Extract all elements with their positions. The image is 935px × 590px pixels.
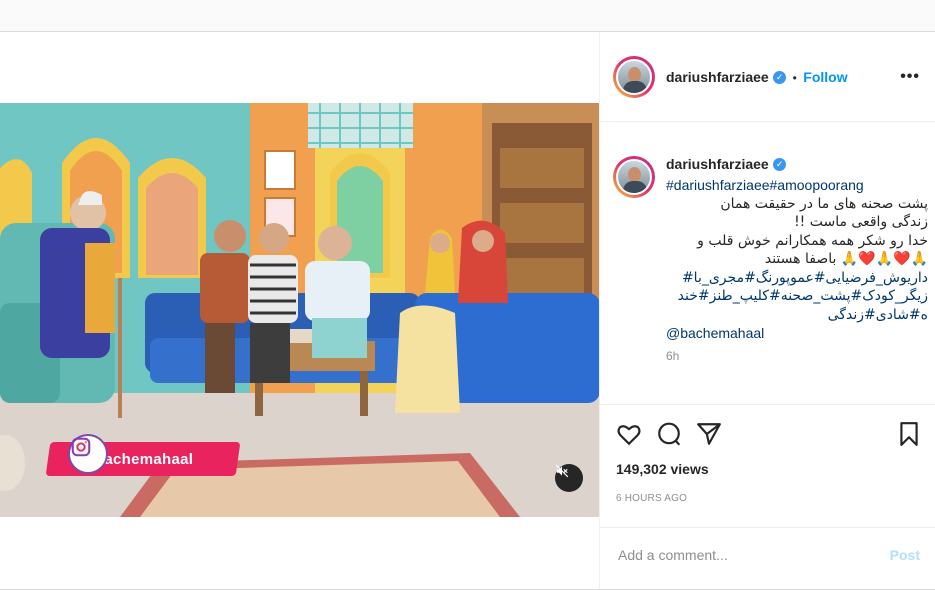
speaker-muted-icon bbox=[555, 464, 569, 478]
caption-username[interactable]: dariushfarziaee bbox=[666, 156, 769, 172]
comment-bubble-icon[interactable] bbox=[656, 421, 682, 452]
caption-line: خدا رو شکر همه همکارانم خوش قلب و bbox=[697, 232, 928, 249]
follow-button[interactable]: Follow bbox=[803, 69, 847, 85]
avatar-image bbox=[616, 59, 652, 95]
caption-area: dariushfarziaee ✓ #dariushfarziaee#amoop… bbox=[600, 122, 935, 404]
caption-hashtag-line[interactable]: داریوش_فرضیایی#عموپورنگ#مجری_با# bbox=[666, 269, 928, 288]
video-player[interactable]: @bachemahaal bbox=[0, 103, 599, 517]
view-count[interactable]: 149,302 views bbox=[616, 461, 709, 477]
caption-avatar[interactable] bbox=[613, 156, 655, 198]
like-heart-icon[interactable] bbox=[616, 421, 642, 452]
instagram-logo-icon bbox=[68, 434, 108, 474]
caption-line: پشت صحنه های ما در حقیقت همان bbox=[720, 195, 928, 212]
save-bookmark-icon[interactable] bbox=[896, 421, 922, 452]
caption-hashtags[interactable]: #dariushfarziaee#amoopoorang bbox=[666, 176, 928, 195]
post-time: 6 HOURS AGO bbox=[616, 493, 688, 504]
caption-hashtag-line[interactable]: ه#شادی#زندگی bbox=[666, 306, 928, 325]
avatar[interactable] bbox=[613, 56, 655, 98]
more-options-icon[interactable]: ••• bbox=[900, 68, 920, 86]
post-side-panel: dariushfarziaee ✓ • Follow ••• dariushfa… bbox=[599, 32, 935, 589]
post-container: @bachemahaal dariushfarziaee ✓ • Follow … bbox=[0, 32, 935, 590]
caption-mention[interactable]: @bachemahaal bbox=[666, 324, 928, 343]
post-comment-button[interactable]: Post bbox=[890, 547, 920, 563]
add-comment-bar: Post bbox=[600, 527, 935, 589]
caption-line: 🙏❤️🙏❤️🙏 باصفا هستند bbox=[764, 251, 928, 267]
avatar-image bbox=[616, 159, 652, 195]
caption-line: زندگی واقعی ماست !! bbox=[794, 214, 928, 230]
media-area: @bachemahaal bbox=[0, 32, 599, 589]
share-paper-plane-icon[interactable] bbox=[696, 421, 722, 452]
verified-badge-icon: ✓ bbox=[773, 71, 787, 85]
header-username[interactable]: dariushfarziaee bbox=[666, 69, 769, 85]
caption-text: #dariushfarziaee#amoopoorang پشت صحنه ها… bbox=[666, 176, 928, 365]
verified-badge-icon: ✓ bbox=[773, 158, 787, 172]
dot-separator: • bbox=[792, 71, 797, 85]
comment-input[interactable] bbox=[616, 544, 880, 566]
caption-hashtag-line[interactable]: زیگر_کودک#پشت_صحنه#کلیپ_طنز#خند bbox=[666, 287, 928, 306]
caption-timestamp: 6h bbox=[666, 348, 680, 363]
post-header: dariushfarziaee ✓ • Follow ••• bbox=[600, 32, 935, 122]
mute-toggle-button[interactable] bbox=[555, 464, 583, 492]
